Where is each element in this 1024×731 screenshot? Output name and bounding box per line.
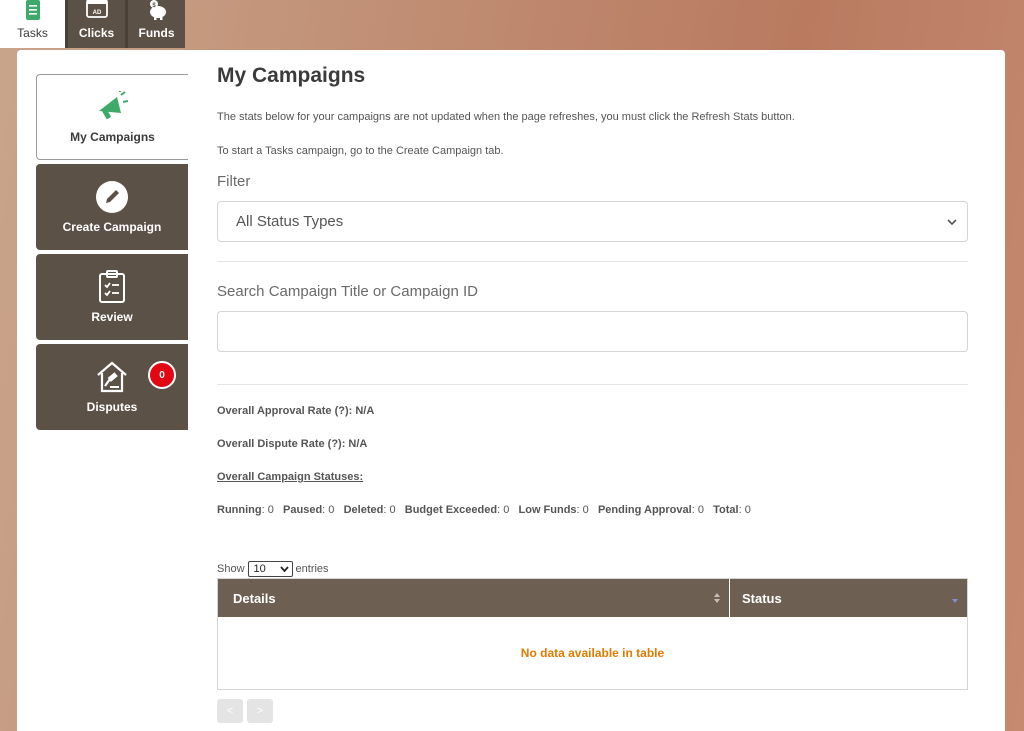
main-content: My Campaigns The stats below for your ca… bbox=[217, 64, 968, 723]
megaphone-icon bbox=[98, 91, 128, 120]
paused-count: 0 bbox=[328, 504, 335, 516]
entries-label: entries bbox=[295, 563, 329, 575]
status-filter-select[interactable]: All Status Types bbox=[217, 201, 968, 242]
entries-select[interactable]: 10 bbox=[247, 561, 293, 577]
piggy-bank-icon: $ bbox=[149, 0, 166, 20]
side-item-label: Disputes bbox=[86, 400, 138, 414]
tab-clicks-label: Clicks bbox=[78, 26, 115, 40]
approval-rate: Overall Approval Rate (?): N/A bbox=[217, 405, 375, 417]
entries-value: 10 bbox=[253, 563, 266, 575]
filter-label: Filter bbox=[217, 173, 251, 190]
show-label: Show bbox=[217, 563, 245, 575]
side-item-create-campaign[interactable]: Create Campaign bbox=[36, 164, 188, 250]
side-item-label: Create Campaign bbox=[62, 220, 162, 234]
pencil-icon bbox=[96, 181, 128, 213]
side-item-label: Review bbox=[91, 310, 133, 324]
chevron-down-icon bbox=[279, 566, 289, 572]
pending-approval-count: 0 bbox=[697, 504, 704, 516]
table-header: Details Status bbox=[218, 579, 967, 617]
page-title: My Campaigns bbox=[217, 64, 366, 87]
create-campaign-hint: To start a Tasks campaign, go to the Cre… bbox=[217, 145, 504, 157]
low-funds-label: Low Funds bbox=[518, 504, 577, 516]
svg-text:AD: AD bbox=[92, 10, 101, 16]
campaign-statuses-link[interactable]: Overall Campaign Statuses: bbox=[217, 471, 968, 488]
tab-clicks[interactable]: AD Clicks bbox=[65, 0, 125, 48]
side-item-label: My Campaigns bbox=[70, 130, 155, 144]
status-counts: Running: 0 Paused: 0 Deleted: 0 Budget E… bbox=[217, 504, 751, 516]
total-label: Total bbox=[713, 504, 739, 516]
pending-approval-label: Pending Approval bbox=[597, 504, 692, 516]
dispute-rate: Overall Dispute Rate (?): N/A bbox=[217, 438, 368, 450]
deleted-label: Deleted bbox=[343, 504, 384, 516]
column-header-details[interactable]: Details bbox=[218, 579, 730, 617]
low-funds-count: 0 bbox=[582, 504, 589, 516]
budget-exceeded-count: 0 bbox=[503, 504, 510, 516]
tab-funds[interactable]: $ Funds bbox=[125, 0, 185, 48]
paused-label: Paused bbox=[283, 504, 323, 516]
column-header-label: Details bbox=[233, 590, 276, 606]
previous-page-button[interactable]: < bbox=[217, 699, 243, 723]
status-filter-value: All Status Types bbox=[236, 213, 344, 230]
divider bbox=[217, 384, 968, 385]
campaigns-table: Details Status No data available in tabl… bbox=[217, 578, 968, 690]
pagination: < > bbox=[217, 699, 968, 723]
stats-notice: The stats below for your campaigns are n… bbox=[217, 111, 795, 123]
tasks-icon bbox=[25, 0, 40, 20]
column-header-label: Status bbox=[742, 590, 782, 606]
gavel-house-icon bbox=[97, 361, 127, 393]
search-input[interactable] bbox=[217, 311, 968, 352]
running-label: Running bbox=[217, 504, 262, 516]
divider bbox=[217, 261, 968, 262]
clipboard-check-icon bbox=[99, 270, 125, 303]
sort-icon bbox=[714, 593, 720, 603]
side-item-review[interactable]: Review bbox=[36, 254, 188, 340]
entries-length-control: Show 10 entries bbox=[217, 560, 968, 578]
tab-tasks-label: Tasks bbox=[17, 26, 48, 40]
sort-desc-icon bbox=[952, 599, 958, 603]
deleted-count: 0 bbox=[389, 504, 396, 516]
side-item-my-campaigns[interactable]: My Campaigns bbox=[36, 74, 188, 160]
chevron-down-icon bbox=[947, 218, 957, 225]
disputes-count-badge: 0 bbox=[148, 361, 176, 389]
top-tabs: Tasks AD Clicks $ Funds bbox=[0, 0, 185, 48]
tab-tasks[interactable]: Tasks bbox=[0, 0, 65, 48]
ad-icon: AD bbox=[85, 0, 108, 18]
column-header-status[interactable]: Status bbox=[730, 579, 967, 617]
budget-exceeded-label: Budget Exceeded bbox=[404, 504, 498, 516]
empty-table-message: No data available in table bbox=[520, 646, 665, 660]
running-count: 0 bbox=[267, 504, 274, 516]
next-page-button[interactable]: > bbox=[247, 699, 273, 723]
search-label: Search Campaign Title or Campaign ID bbox=[217, 283, 478, 300]
total-count: 0 bbox=[744, 504, 751, 516]
side-menu: My Campaigns Create Campaign Review Disp… bbox=[36, 74, 188, 434]
side-item-disputes[interactable]: Disputes 0 bbox=[36, 344, 188, 430]
tab-funds-label: Funds bbox=[138, 26, 175, 40]
